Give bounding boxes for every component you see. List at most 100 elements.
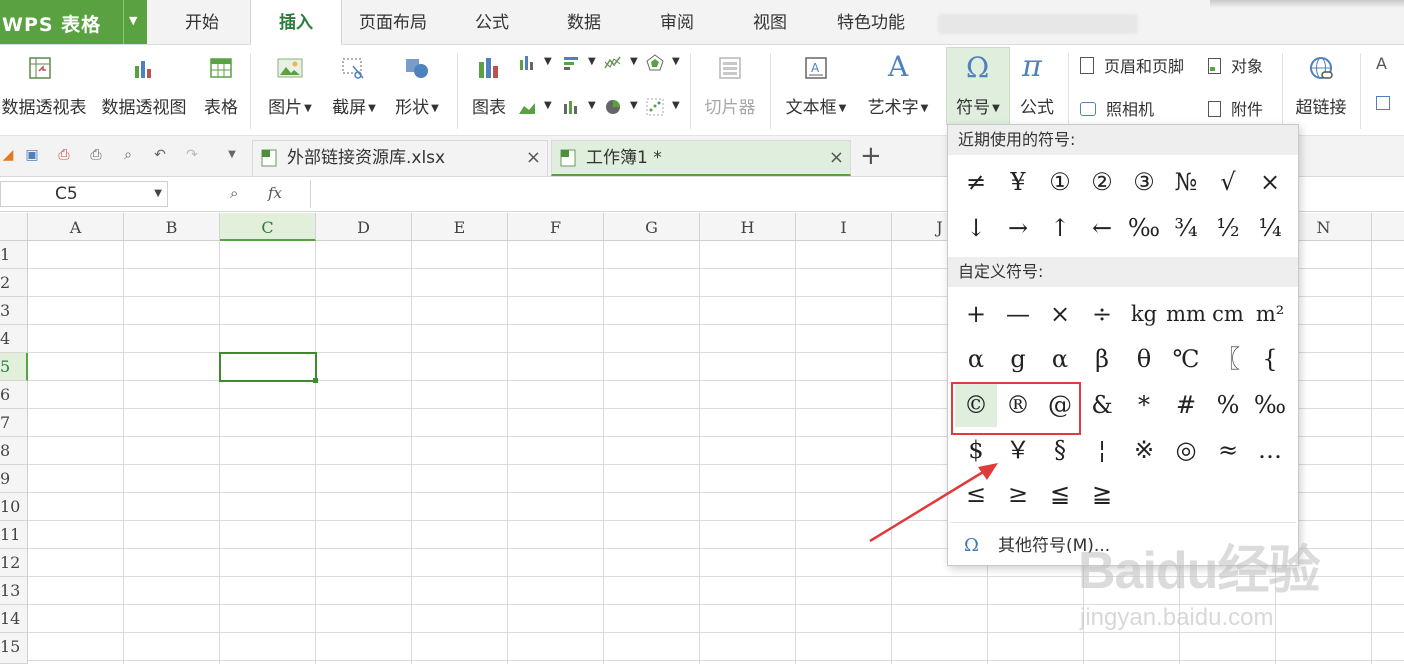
- tab-review[interactable]: 审阅: [630, 0, 724, 44]
- textbox-button[interactable]: A 文本框 ▼: [778, 48, 854, 126]
- stock-chart-button[interactable]: ▼: [562, 98, 598, 118]
- shapes-button[interactable]: 形状 ▼: [388, 48, 446, 126]
- column-header-h[interactable]: H: [700, 213, 796, 241]
- row-header[interactable]: 13: [0, 577, 28, 605]
- row-header[interactable]: 2: [0, 269, 28, 297]
- row-header[interactable]: 10: [0, 493, 28, 521]
- close-icon[interactable]: ×: [829, 141, 844, 175]
- print-preview-icon[interactable]: ⌕: [120, 147, 136, 163]
- symbol-cell[interactable]: ≦: [1039, 472, 1081, 516]
- symbol-cell[interactable]: ↑: [1039, 206, 1081, 250]
- row-header[interactable]: 14: [0, 605, 28, 633]
- symbol-cell[interactable]: ≧: [1081, 472, 1123, 516]
- row-header[interactable]: 4: [0, 325, 28, 353]
- zoom-search-icon[interactable]: ⌕: [230, 184, 238, 202]
- export-pdf-icon[interactable]: ⎙: [56, 147, 72, 163]
- attachment-button[interactable]: 附件: [1208, 96, 1263, 119]
- symbol-cell[interactable]: cm: [1207, 292, 1249, 336]
- pivot-chart-button[interactable]: 数据透视图: [96, 48, 192, 126]
- search-box-blurred[interactable]: [938, 14, 1138, 34]
- symbol-cell[interactable]: ※: [1123, 428, 1165, 472]
- scatter-chart-button[interactable]: ▼: [646, 98, 682, 118]
- header-footer-button[interactable]: 页眉和页脚: [1080, 53, 1184, 76]
- symbol-cell[interactable]: ≠: [955, 160, 997, 204]
- symbol-cell[interactable]: mm: [1165, 292, 1207, 336]
- symbol-cell[interactable]: ×: [1039, 292, 1081, 336]
- symbol-cell[interactable]: ×: [1249, 160, 1291, 204]
- symbol-cell[interactable]: 〖: [1207, 337, 1249, 381]
- file-tab-workbook1[interactable]: 工作簿1 * ×: [551, 140, 851, 176]
- symbol-cell[interactable]: kg: [1123, 292, 1165, 336]
- symbol-cell[interactable]: +: [955, 292, 997, 336]
- symbol-cell[interactable]: g: [997, 337, 1039, 381]
- column-chart-button[interactable]: ▼: [518, 54, 554, 74]
- pivot-table-button[interactable]: 数据透视表: [0, 48, 88, 126]
- symbol-cell[interactable]: ◎: [1165, 428, 1207, 472]
- hyperlink-button[interactable]: 超链接: [1290, 48, 1352, 126]
- bar-chart-button[interactable]: ▼: [562, 54, 598, 74]
- redo-icon[interactable]: ↷: [184, 147, 200, 163]
- symbol-cell[interactable]: →: [997, 206, 1039, 250]
- symbol-cell[interactable]: ①: [1039, 160, 1081, 204]
- tab-data[interactable]: 数据: [538, 0, 630, 44]
- row-header-selected[interactable]: 5: [0, 353, 28, 381]
- column-header-e[interactable]: E: [412, 213, 508, 241]
- symbol-cell[interactable]: ¦: [1081, 428, 1123, 472]
- screenshot-button[interactable]: 截屏 ▼: [326, 48, 382, 126]
- save-icon[interactable]: ▣: [24, 147, 40, 163]
- symbol-cell[interactable]: α: [1039, 337, 1081, 381]
- select-all-corner[interactable]: [0, 213, 28, 241]
- column-header-i[interactable]: I: [796, 213, 892, 241]
- symbol-cell[interactable]: …: [1249, 428, 1291, 472]
- symbol-cell[interactable]: &: [1081, 383, 1123, 427]
- new-tab-plus-icon[interactable]: +: [860, 141, 882, 171]
- pie-chart-button[interactable]: ▼: [604, 98, 640, 118]
- customize-dropdown-icon[interactable]: ▼: [224, 147, 240, 163]
- close-icon[interactable]: ×: [526, 141, 541, 175]
- tab-special-features[interactable]: 特色功能: [816, 0, 926, 44]
- text-more-icon[interactable]: A: [1376, 54, 1387, 73]
- selected-cell-c5[interactable]: [219, 352, 318, 383]
- symbol-cell[interactable]: m²: [1249, 292, 1291, 336]
- tab-page-layout[interactable]: 页面布局: [340, 0, 446, 44]
- equation-button[interactable]: π 公式: [1012, 48, 1062, 126]
- table-button[interactable]: 表格: [198, 48, 244, 126]
- symbol-cell[interactable]: —: [997, 292, 1039, 336]
- open-folder-icon[interactable]: ◢: [0, 147, 16, 163]
- symbol-cell[interactable]: ½: [1207, 206, 1249, 250]
- row-header[interactable]: 12: [0, 549, 28, 577]
- row-header[interactable]: 3: [0, 297, 28, 325]
- column-header-a[interactable]: A: [28, 213, 124, 241]
- column-header-f[interactable]: F: [508, 213, 604, 241]
- symbol-cell[interactable]: ÷: [1081, 292, 1123, 336]
- symbol-cell[interactable]: θ: [1123, 337, 1165, 381]
- camera-button[interactable]: 照相机: [1080, 96, 1154, 119]
- column-header-d[interactable]: D: [316, 213, 412, 241]
- chevron-down-icon[interactable]: ▼: [129, 14, 137, 27]
- symbol-cell[interactable]: ¥: [997, 160, 1039, 204]
- column-header-c[interactable]: C: [220, 213, 316, 241]
- symbol-cell[interactable]: √: [1207, 160, 1249, 204]
- column-header-o[interactable]: [1372, 213, 1404, 241]
- symbol-cell[interactable]: ②: [1081, 160, 1123, 204]
- app-menu-button[interactable]: WPS 表格 ▼: [0, 0, 147, 44]
- row-header[interactable]: 15: [0, 633, 28, 664]
- row-header[interactable]: 1: [0, 241, 28, 269]
- fx-icon[interactable]: fx: [268, 184, 282, 202]
- column-header-b[interactable]: B: [124, 213, 220, 241]
- symbol-cell[interactable]: *: [1123, 383, 1165, 427]
- tab-formulas[interactable]: 公式: [446, 0, 538, 44]
- undo-icon[interactable]: ↶: [152, 147, 168, 163]
- object-more-icon[interactable]: [1376, 96, 1390, 110]
- row-header[interactable]: 8: [0, 437, 28, 465]
- fill-handle[interactable]: [313, 378, 318, 383]
- symbol-cell[interactable]: ¼: [1249, 206, 1291, 250]
- symbol-cell[interactable]: {: [1249, 337, 1291, 381]
- symbol-cell[interactable]: β: [1081, 337, 1123, 381]
- column-header-g[interactable]: G: [604, 213, 700, 241]
- radar-chart-button[interactable]: ▼: [646, 54, 682, 74]
- tab-view[interactable]: 视图: [724, 0, 816, 44]
- wordart-button[interactable]: A 艺术字 ▼: [860, 48, 936, 126]
- tab-home[interactable]: 开始: [154, 0, 250, 44]
- row-header[interactable]: 11: [0, 521, 28, 549]
